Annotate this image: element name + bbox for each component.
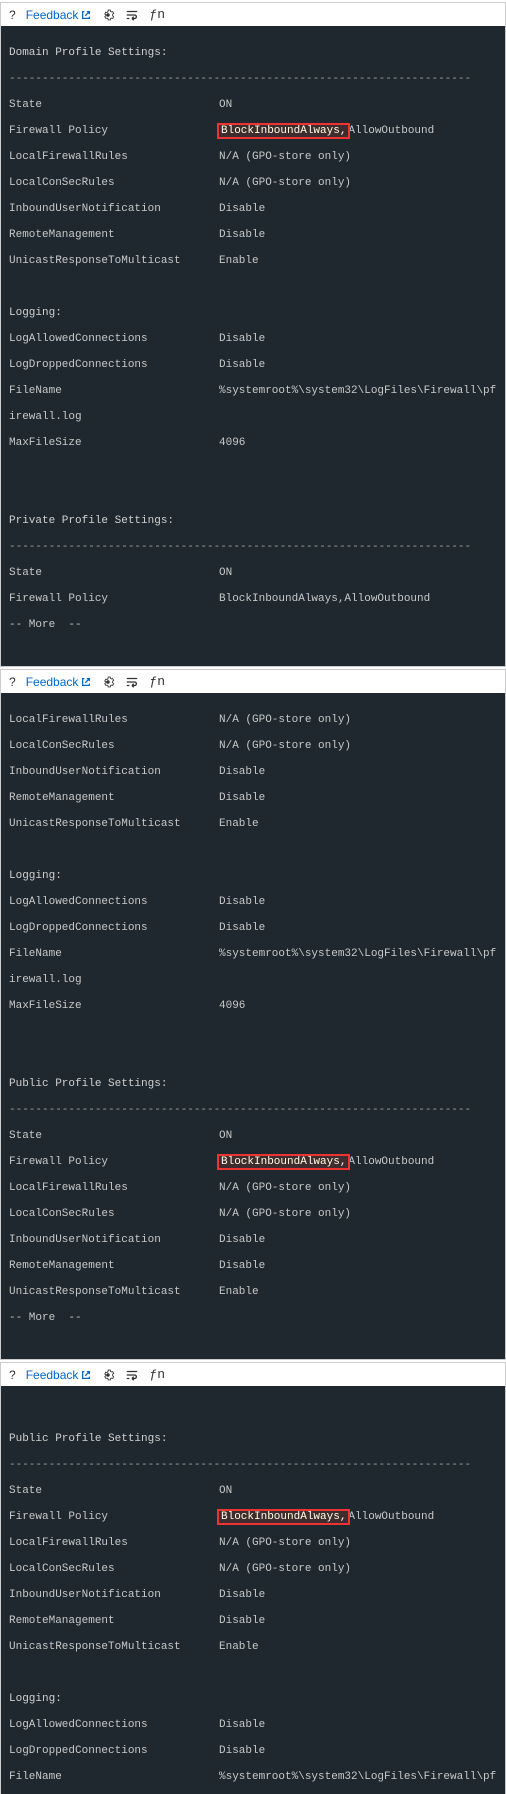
output-row: LocalConSecRulesN/A (GPO-store only) — [9, 177, 497, 190]
blank-line — [9, 489, 497, 502]
output-row: StateON — [9, 1485, 497, 1498]
output-row: RemoteManagementDisable — [9, 1615, 497, 1628]
divider: ----------------------------------------… — [9, 73, 497, 86]
feedback-label: Feedback — [26, 1368, 79, 1382]
output-row: LocalConSecRulesN/A (GPO-store only) — [9, 740, 497, 753]
feedback-label: Feedback — [26, 8, 79, 22]
output-row: irewall.log — [9, 411, 497, 424]
help-button[interactable]: ? — [9, 8, 16, 22]
output-row: InboundUserNotificationDisable — [9, 766, 497, 779]
output-row: StateON — [9, 99, 497, 112]
feedback-link[interactable]: Feedback — [26, 8, 92, 22]
highlighted-text: BlockInboundAlways, — [219, 125, 348, 137]
output-row: StateON — [9, 1130, 497, 1143]
terminal-panel: ? Feedback ƒn Public Profile Settings: -… — [0, 1362, 506, 1794]
wrap-icon[interactable] — [125, 1368, 139, 1382]
toolbar: ? Feedback ƒn — [1, 3, 505, 26]
divider: ----------------------------------------… — [9, 1104, 497, 1117]
output-row: Firewall PolicyBlockInboundAlways,AllowO… — [9, 1511, 497, 1524]
output-row: InboundUserNotificationDisable — [9, 1234, 497, 1247]
terminal-output: Public Profile Settings: ---------------… — [1, 1386, 505, 1794]
divider: ----------------------------------------… — [9, 541, 497, 554]
feedback-link[interactable]: Feedback — [26, 1368, 92, 1382]
output-row: FileName%systemroot%\system32\LogFiles\F… — [9, 385, 497, 398]
output-row: RemoteManagementDisable — [9, 1260, 497, 1273]
gear-icon[interactable] — [101, 8, 115, 22]
output-row: LogDroppedConnectionsDisable — [9, 1745, 497, 1758]
output-row: LocalFirewallRulesN/A (GPO-store only) — [9, 1182, 497, 1195]
help-button[interactable]: ? — [9, 675, 16, 689]
highlighted-text: BlockInboundAlways, — [219, 1156, 348, 1168]
fn-button[interactable]: ƒn — [149, 1367, 165, 1382]
wrap-icon[interactable] — [125, 8, 139, 22]
terminal-panel: ? Feedback ƒn LocalFirewallRulesN/A (GPO… — [0, 669, 506, 1360]
feedback-link[interactable]: Feedback — [26, 675, 92, 689]
section-heading: Domain Profile Settings: — [9, 47, 497, 60]
output-row: StateON — [9, 567, 497, 580]
output-row: InboundUserNotificationDisable — [9, 203, 497, 216]
output-row: LogAllowedConnectionsDisable — [9, 333, 497, 346]
output-row: InboundUserNotificationDisable — [9, 1589, 497, 1602]
more-pager[interactable]: -- More -- — [9, 1312, 497, 1325]
wrap-icon[interactable] — [125, 675, 139, 689]
output-row: LocalFirewallRulesN/A (GPO-store only) — [9, 714, 497, 727]
output-row: RemoteManagementDisable — [9, 229, 497, 242]
output-row: LocalConSecRulesN/A (GPO-store only) — [9, 1208, 497, 1221]
section-heading: Public Profile Settings: — [9, 1078, 497, 1091]
divider: ----------------------------------------… — [9, 1459, 497, 1472]
gear-icon[interactable] — [101, 1368, 115, 1382]
blank-line — [9, 1026, 497, 1039]
output-row: LocalFirewallRulesN/A (GPO-store only) — [9, 151, 497, 164]
section-heading: Public Profile Settings: — [9, 1433, 497, 1446]
blank-line — [9, 463, 497, 476]
output-row: Firewall PolicyBlockInboundAlways,AllowO… — [9, 593, 497, 606]
fn-button[interactable]: ƒn — [149, 7, 165, 22]
output-row: LocalConSecRulesN/A (GPO-store only) — [9, 1563, 497, 1576]
toolbar: ? Feedback ƒn — [1, 670, 505, 693]
output-row: MaxFileSize4096 — [9, 1000, 497, 1013]
blank-line — [9, 281, 497, 294]
output-row: MaxFileSize4096 — [9, 437, 497, 450]
external-link-icon — [81, 677, 91, 687]
feedback-label: Feedback — [26, 675, 79, 689]
output-row: UnicastResponseToMulticastEnable — [9, 255, 497, 268]
output-row: LogAllowedConnectionsDisable — [9, 896, 497, 909]
gear-icon[interactable] — [101, 675, 115, 689]
highlighted-text: BlockInboundAlways, — [219, 1511, 348, 1523]
output-row: LogDroppedConnectionsDisable — [9, 922, 497, 935]
section-heading: Logging: — [9, 870, 497, 883]
blank-line — [9, 1667, 497, 1680]
output-row: Firewall PolicyBlockInboundAlways,AllowO… — [9, 1156, 497, 1169]
output-row: Firewall PolicyBlockInboundAlways,AllowO… — [9, 125, 497, 138]
output-row: UnicastResponseToMulticastEnable — [9, 1641, 497, 1654]
blank-line — [9, 1052, 497, 1065]
output-row: UnicastResponseToMulticastEnable — [9, 1286, 497, 1299]
section-heading: Logging: — [9, 1693, 497, 1706]
output-row: UnicastResponseToMulticastEnable — [9, 818, 497, 831]
blank-line — [9, 844, 497, 857]
more-pager[interactable]: -- More -- — [9, 619, 497, 632]
output-row: FileName%systemroot%\system32\LogFiles\F… — [9, 948, 497, 961]
toolbar: ? Feedback ƒn — [1, 1363, 505, 1386]
output-row: FileName%systemroot%\system32\LogFiles\F… — [9, 1771, 497, 1784]
section-heading: Private Profile Settings: — [9, 515, 497, 528]
section-heading: Logging: — [9, 307, 497, 320]
terminal-output: LocalFirewallRulesN/A (GPO-store only) L… — [1, 693, 505, 1359]
terminal-panel: ? Feedback ƒn Domain Profile Settings: -… — [0, 2, 506, 667]
help-button[interactable]: ? — [9, 1368, 16, 1382]
output-row: LogDroppedConnectionsDisable — [9, 359, 497, 372]
output-row: LocalFirewallRulesN/A (GPO-store only) — [9, 1537, 497, 1550]
blank-line — [9, 1407, 497, 1420]
terminal-output: Domain Profile Settings: ---------------… — [1, 26, 505, 666]
fn-button[interactable]: ƒn — [149, 674, 165, 689]
output-row: irewall.log — [9, 974, 497, 987]
output-row: RemoteManagementDisable — [9, 792, 497, 805]
external-link-icon — [81, 10, 91, 20]
output-row: LogAllowedConnectionsDisable — [9, 1719, 497, 1732]
external-link-icon — [81, 1370, 91, 1380]
